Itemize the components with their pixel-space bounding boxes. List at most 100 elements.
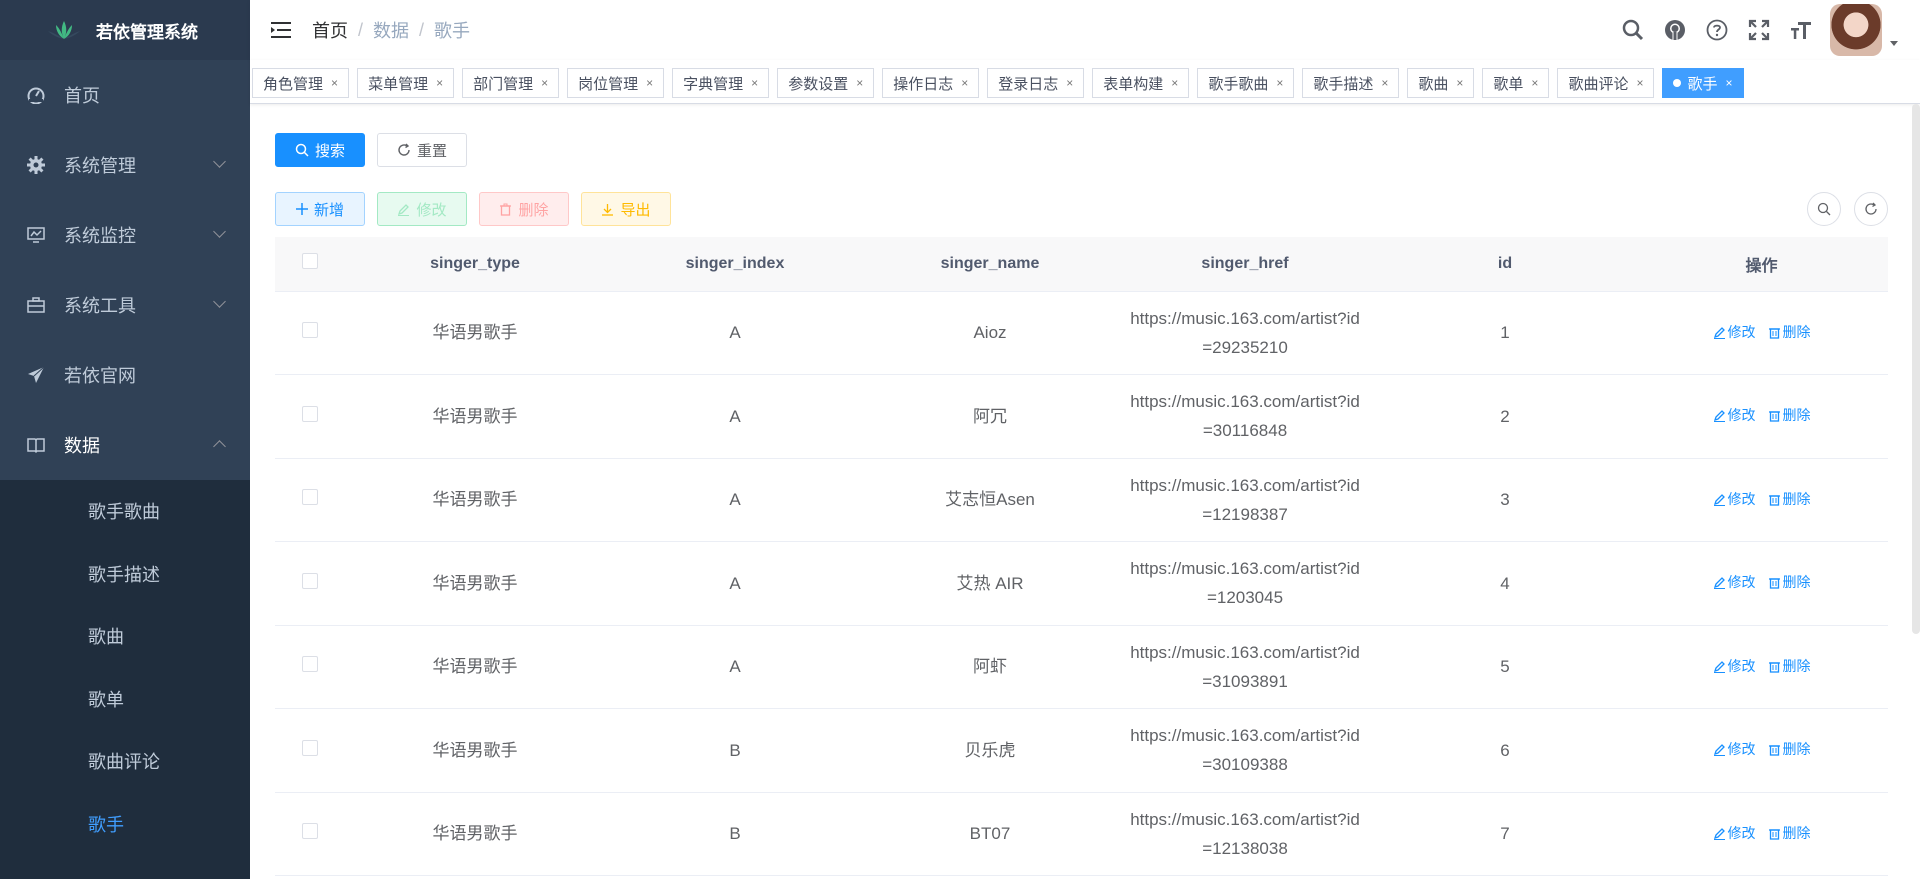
- sidebar-item-website[interactable]: 若依官网: [0, 340, 250, 410]
- row-edit-button[interactable]: 修改: [1713, 485, 1756, 514]
- sidebar-item-singers[interactable]: 歌手: [0, 793, 250, 856]
- col-header-singer-href[interactable]: singer_href: [1115, 237, 1375, 292]
- reset-button-label: 重置: [416, 142, 447, 160]
- tag-2[interactable]: 菜单管理 ×: [357, 68, 455, 98]
- tag-13[interactable]: 歌单 ×: [1482, 68, 1550, 98]
- sidebar-item-songs[interactable]: 歌曲: [0, 605, 250, 668]
- tag-10[interactable]: 歌手歌曲 ×: [1197, 68, 1295, 98]
- tag-15[interactable]: 歌手 ×: [1662, 68, 1744, 98]
- tag-12[interactable]: 歌曲 ×: [1407, 68, 1475, 98]
- row-edit-button[interactable]: 修改: [1713, 401, 1756, 430]
- row-delete-button[interactable]: 删除: [1768, 485, 1811, 514]
- row-checkbox[interactable]: [302, 322, 318, 339]
- singer-href-text: https://music.163.com/artist?id=12138038: [1130, 809, 1360, 858]
- col-header-singer-index[interactable]: singer_index: [605, 237, 865, 292]
- row-select-cell: [275, 374, 345, 459]
- close-icon[interactable]: ×: [1171, 76, 1178, 90]
- tag-6[interactable]: 参数设置 ×: [777, 68, 875, 98]
- row-edit-button[interactable]: 修改: [1713, 568, 1756, 597]
- avatar[interactable]: [1830, 4, 1882, 56]
- row-checkbox[interactable]: [302, 739, 318, 756]
- page-scrollbar[interactable]: [1912, 104, 1920, 634]
- sidebar-item-data[interactable]: 数据: [0, 410, 250, 480]
- close-icon[interactable]: ×: [436, 76, 443, 90]
- sidebar-item-singer-desc[interactable]: 歌手描述: [0, 543, 250, 606]
- close-icon[interactable]: ×: [331, 76, 338, 90]
- sidebar-item-comments[interactable]: 歌曲评论: [0, 730, 250, 793]
- close-icon[interactable]: ×: [1276, 76, 1283, 90]
- tag-1[interactable]: 角色管理 ×: [252, 68, 350, 98]
- breadcrumb-home[interactable]: 首页: [312, 17, 348, 43]
- tag-8[interactable]: 登录日志 ×: [987, 68, 1085, 98]
- github-icon[interactable]: [1654, 0, 1696, 60]
- row-edit-button[interactable]: 修改: [1713, 652, 1756, 681]
- sidebar-item-home[interactable]: 首页: [0, 60, 250, 130]
- close-icon[interactable]: ×: [1725, 76, 1732, 90]
- row-checkbox[interactable]: [302, 572, 318, 589]
- add-button-label: 新增: [313, 201, 344, 219]
- chevron-down-icon: [213, 295, 226, 308]
- close-icon[interactable]: ×: [1456, 76, 1463, 90]
- close-icon[interactable]: ×: [751, 76, 758, 90]
- delete-button[interactable]: 删除: [479, 192, 569, 226]
- refresh-table-button[interactable]: [1854, 192, 1888, 226]
- help-icon[interactable]: [1696, 0, 1738, 60]
- row-delete-label: 删除: [1782, 824, 1811, 841]
- sidebar-item-playlists[interactable]: 歌单: [0, 668, 250, 731]
- row-checkbox[interactable]: [302, 823, 318, 840]
- row-edit-button[interactable]: 修改: [1713, 735, 1756, 764]
- trash-icon: [1768, 745, 1780, 756]
- close-icon[interactable]: ×: [856, 76, 863, 90]
- row-checkbox[interactable]: [302, 405, 318, 422]
- tag-5[interactable]: 字典管理 ×: [672, 68, 770, 98]
- cell-singer-href: https://music.163.com/artist?id=12198387: [1115, 458, 1375, 542]
- row-delete-button[interactable]: 删除: [1768, 318, 1811, 347]
- export-button[interactable]: 导出: [581, 192, 671, 226]
- tag-14[interactable]: 歌曲评论 ×: [1557, 68, 1655, 98]
- col-header-id[interactable]: id: [1375, 237, 1635, 292]
- sidebar-item-tools[interactable]: 系统工具: [0, 270, 250, 340]
- row-edit-button[interactable]: 修改: [1713, 318, 1756, 347]
- cell-singer-type: 华语男歌手: [345, 291, 605, 375]
- tag-7[interactable]: 操作日志 ×: [882, 68, 980, 98]
- tag-4[interactable]: 岗位管理 ×: [567, 68, 665, 98]
- row-delete-button[interactable]: 删除: [1768, 735, 1811, 764]
- logo[interactable]: 若依管理系统: [0, 0, 250, 60]
- row-delete-button[interactable]: 删除: [1768, 401, 1811, 430]
- toggle-search-button[interactable]: [1807, 192, 1841, 226]
- app-title: 若依管理系统: [96, 22, 198, 42]
- tag-3[interactable]: 部门管理 ×: [462, 68, 560, 98]
- reset-button[interactable]: 重置: [377, 133, 467, 167]
- hamburger-icon[interactable]: [270, 19, 292, 41]
- col-header-singer-name[interactable]: singer_name: [865, 237, 1115, 292]
- row-delete-button[interactable]: 删除: [1768, 652, 1811, 681]
- tag-11[interactable]: 歌手描述 ×: [1302, 68, 1400, 98]
- row-checkbox[interactable]: [302, 656, 318, 673]
- caret-down-icon[interactable]: [1890, 40, 1898, 46]
- table-row: 华语男歌手 A Aioz https://music.163.com/artist?i…: [275, 291, 1888, 375]
- add-button[interactable]: 新增: [275, 192, 365, 226]
- sidebar-item-monitor[interactable]: 系统监控: [0, 200, 250, 270]
- fullscreen-icon[interactable]: [1738, 0, 1780, 60]
- font-size-icon[interactable]: [1780, 0, 1822, 60]
- search-button[interactable]: 搜索: [275, 133, 365, 167]
- edit-button[interactable]: 修改: [377, 192, 467, 226]
- sidebar-item-singer-songs[interactable]: 歌手歌曲: [0, 480, 250, 543]
- close-icon[interactable]: ×: [1381, 76, 1388, 90]
- close-icon[interactable]: ×: [541, 76, 548, 90]
- sidebar-item-system[interactable]: 系统管理: [0, 130, 250, 200]
- search-icon[interactable]: [1612, 0, 1654, 60]
- tag-9[interactable]: 表单构建 ×: [1092, 68, 1190, 98]
- row-delete-button[interactable]: 删除: [1768, 819, 1811, 848]
- close-icon[interactable]: ×: [961, 76, 968, 90]
- close-icon[interactable]: ×: [646, 76, 653, 90]
- row-delete-button[interactable]: 删除: [1768, 568, 1811, 597]
- close-icon[interactable]: ×: [1066, 76, 1073, 90]
- cell-singer-name: Aioz: [865, 291, 1115, 375]
- select-all-checkbox[interactable]: [302, 253, 318, 270]
- row-edit-button[interactable]: 修改: [1713, 819, 1756, 848]
- close-icon[interactable]: ×: [1531, 76, 1538, 90]
- row-checkbox[interactable]: [302, 489, 318, 506]
- col-header-singer-type[interactable]: singer_type: [345, 237, 605, 292]
- close-icon[interactable]: ×: [1636, 76, 1643, 90]
